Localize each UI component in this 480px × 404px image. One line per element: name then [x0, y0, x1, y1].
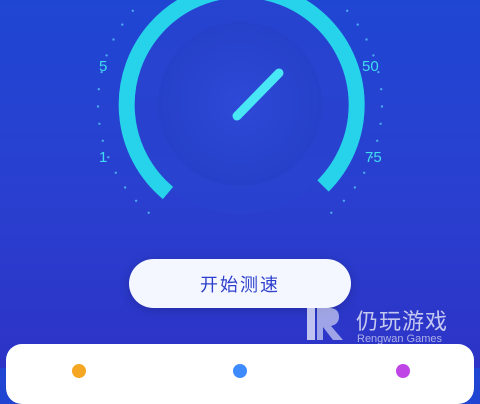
gauge-tick [380, 88, 383, 91]
gauge-tick [330, 211, 333, 214]
tab-dot-orange[interactable] [72, 364, 86, 378]
watermark-name-cn: 仍玩游戏 [356, 310, 449, 335]
scale-label-50: 50 [362, 58, 379, 75]
gauge-tick [346, 9, 349, 12]
gauge-tick [380, 105, 384, 108]
scale-label-75: 75 [365, 149, 382, 166]
tab-dot-purple[interactable] [396, 364, 410, 378]
gauge-core [158, 22, 322, 186]
gauge-tick [353, 186, 357, 189]
gauge-tick [101, 139, 105, 142]
watermark: 仍玩游戏 Rengwan Games [303, 302, 473, 348]
rengwan-logo-icon [307, 308, 343, 340]
scale-label-5: 5 [99, 58, 108, 75]
gauge-tick [107, 156, 110, 159]
gauge-tick [147, 211, 150, 214]
gauge-tick [379, 122, 382, 126]
gauge-tick [98, 122, 101, 126]
gauge-tick [365, 38, 368, 41]
start-speed-test-button[interactable]: 开始测速 [129, 259, 351, 308]
gauge-tick [134, 199, 138, 202]
gauge-tick [372, 54, 375, 57]
gauge-tick [112, 38, 115, 41]
gauge-tick [376, 139, 379, 142]
gauge-tick [131, 9, 134, 12]
tab-dot-blue[interactable] [233, 364, 247, 378]
bottom-card [6, 344, 474, 404]
gauge-tick [123, 186, 127, 189]
gauge-tick [105, 54, 108, 57]
gauge-tick [356, 23, 359, 26]
gauge-tick [114, 171, 118, 174]
speed-gauge [96, 0, 384, 214]
gauge-tick [97, 88, 101, 91]
gauge-tick [342, 199, 346, 202]
gauge-tick [121, 23, 124, 26]
gauge-tick [96, 105, 100, 108]
scale-label-1: 1 [99, 149, 108, 166]
gauge-tick [363, 171, 366, 174]
